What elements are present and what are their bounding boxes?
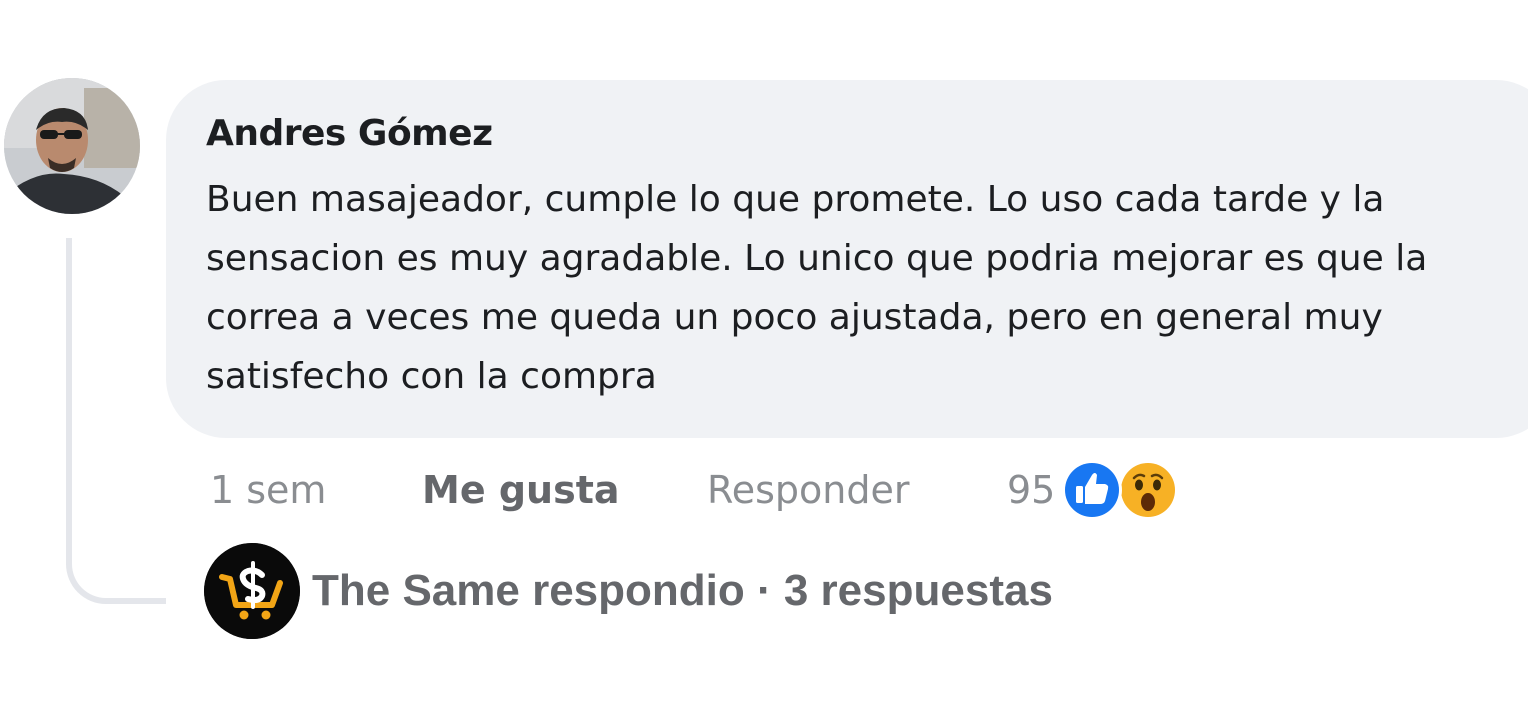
like-button[interactable]: Me gusta: [422, 468, 707, 512]
like-icon: [1062, 460, 1123, 520]
view-replies-link[interactable]: The Same respondio · 3 respuestas: [204, 543, 1053, 639]
thread-connector: [66, 238, 166, 604]
comment-author[interactable]: Andres Gómez: [206, 110, 1528, 158]
reply-button[interactable]: Responder: [707, 468, 1007, 512]
comment-actions: 1 sem Me gusta Responder 95: [210, 460, 1179, 520]
wow-icon: [1118, 460, 1179, 520]
the-same-logo-icon: [204, 543, 300, 639]
reaction-count[interactable]: 95: [1007, 468, 1055, 512]
author-avatar[interactable]: [4, 78, 140, 214]
replies-label[interactable]: The Same respondio · 3 respuestas: [312, 566, 1053, 616]
comment-bubble: Andres Gómez Buen masajeador, cumple lo …: [166, 80, 1528, 438]
reactions-summary[interactable]: [1061, 459, 1179, 521]
person-photo-icon: [4, 78, 140, 214]
comment-text: Buen masajeador, cumple lo que promete. …: [206, 179, 1428, 397]
comment-timestamp[interactable]: 1 sem: [210, 468, 422, 512]
